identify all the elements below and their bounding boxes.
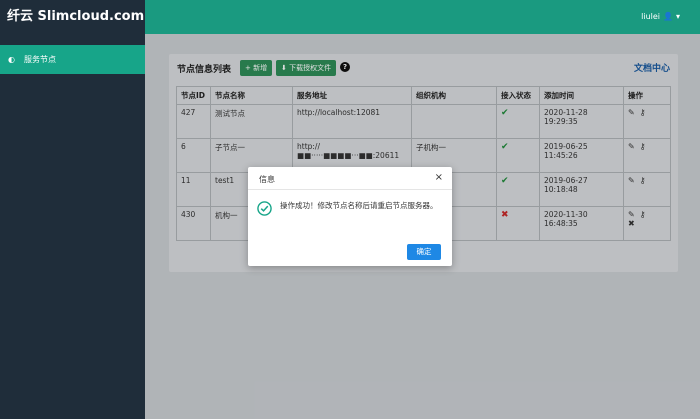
sidebar-item-label: 服务节点	[23, 55, 56, 64]
brand-logo[interactable]: 纤云 Slimcloud.com	[0, 0, 145, 34]
dialog-body: 操作成功！修改节点名称后请重启节点服务器。	[248, 190, 452, 240]
caret-down-icon: ▾	[675, 12, 680, 21]
close-icon[interactable]: ×	[435, 172, 443, 183]
info-dialog: 信息 × 操作成功！修改节点名称后请重启节点服务器。 确定	[248, 167, 452, 266]
confirm-button[interactable]: 确定	[407, 244, 441, 260]
dialog-message: 操作成功！修改节点名称后请重启节点服务器。	[280, 201, 438, 210]
username: liulei	[641, 12, 661, 21]
success-check-icon	[257, 201, 272, 216]
top-bar: liulei 👤 ▾	[145, 0, 700, 34]
dialog-title: 信息	[259, 175, 275, 184]
user-icon: 👤	[663, 12, 673, 21]
dialog-header: 信息 ×	[248, 167, 452, 190]
sidebar: 纤云 Slimcloud.com ◐ 服务节点	[0, 0, 145, 419]
dashboard-icon: ◐	[8, 55, 15, 64]
sidebar-item-service-nodes[interactable]: ◐ 服务节点	[0, 45, 145, 74]
user-menu[interactable]: liulei 👤 ▾	[641, 12, 680, 21]
